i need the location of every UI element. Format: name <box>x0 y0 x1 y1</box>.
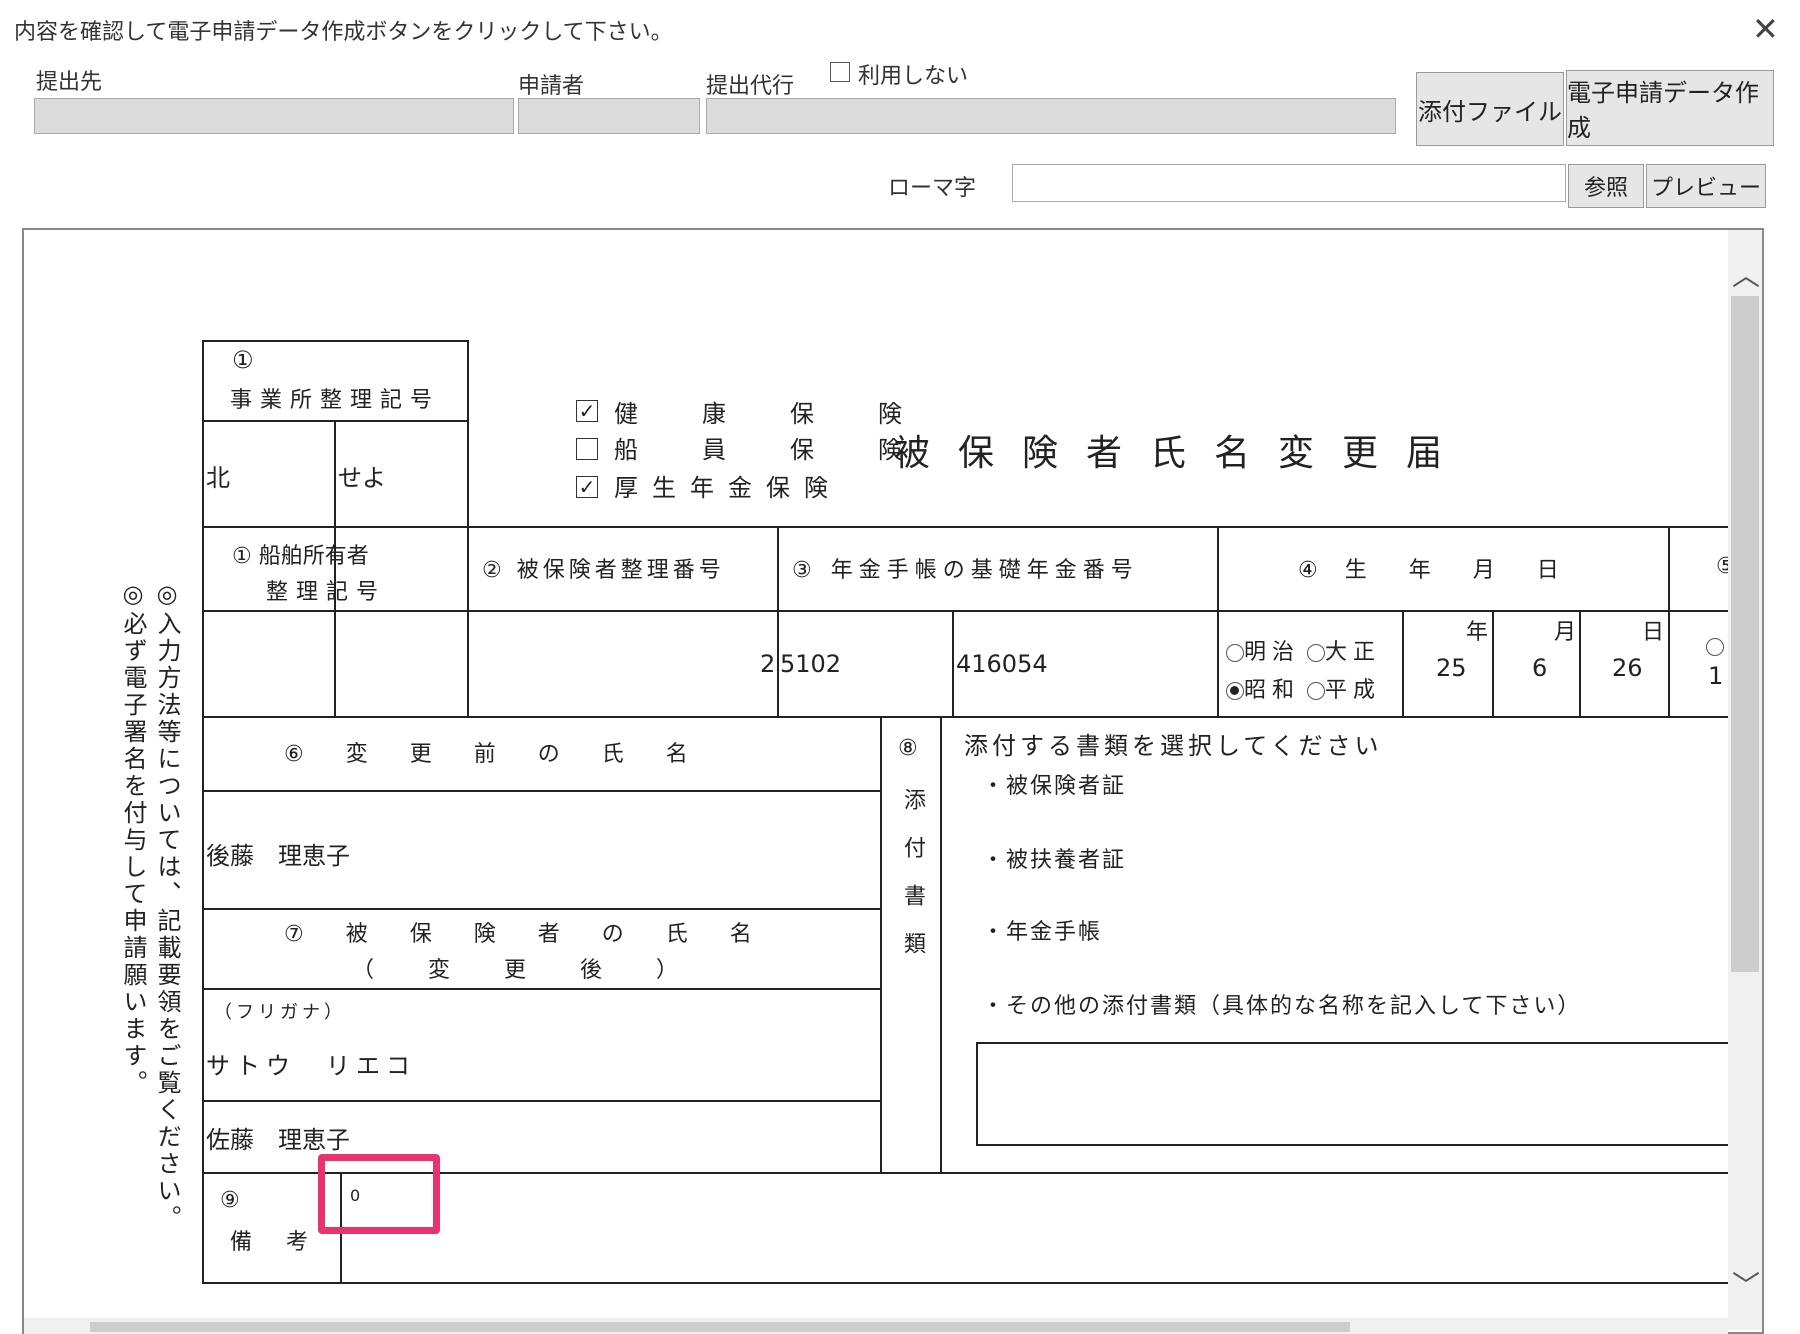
dialog-window: 内容を確認して電子申請データ作成ボタンをクリックして下さい。 ✕ 提出先 申請者… <box>0 0 1800 1334</box>
side-note-1: ◎入力方法等については、記載要領をご覧ください。 <box>153 580 181 1232</box>
ship-owner-header-1: ① 船舶所有者 <box>232 544 369 569</box>
attach-item-1[interactable]: ・被保険者証 <box>982 768 1126 800</box>
document-title: 被保険者氏名変更届 <box>894 433 1471 474</box>
romaji-label: ローマ字 <box>888 176 977 201</box>
browse-button[interactable]: 参照 <box>1568 164 1644 208</box>
pension-no-part-3: 416054 <box>956 650 1048 678</box>
side-note-2: ◎必ず電子署名を付与して申請願います。 <box>119 580 147 1097</box>
attach-num: ⑧ <box>898 736 918 761</box>
ins-pension-label: 厚生年金保険 <box>614 474 842 502</box>
check-health-insurance[interactable]: ✓ <box>576 400 598 422</box>
era-row-1: 明治 大正 <box>1226 634 1381 666</box>
day-value: 26 <box>1612 654 1643 682</box>
window-title: 内容を確認して電子申請データ作成ボタンをクリックして下さい。 <box>14 20 673 45</box>
radio-col5[interactable] <box>1706 637 1724 656</box>
scroll-up-icon[interactable]: ︿ <box>1732 254 1760 294</box>
furigana-label: （フリガナ） <box>214 1002 346 1023</box>
attach-prompt: 添付する書類を選択してください <box>964 732 1383 760</box>
agent-field <box>706 98 1396 134</box>
remarks-label: 備 考 <box>230 1230 315 1255</box>
ship-owner-header-2: 整理記号 <box>266 580 387 605</box>
scroll-down-icon[interactable]: ﹀ <box>1732 1264 1760 1304</box>
ins-seaman-label: 船 員 保 険 <box>614 436 922 464</box>
remarks-highlight-box <box>318 1154 440 1234</box>
furigana-value: サトウ リエコ <box>206 1052 416 1080</box>
radio-showa[interactable] <box>1226 682 1244 700</box>
agent-label: 提出代行 <box>706 74 795 99</box>
pension-no-header: ③ 年金手帳の基礎年金番号 <box>792 558 1139 583</box>
remarks-num: ⑨ <box>220 1188 240 1213</box>
day-label: 日 <box>1642 620 1665 645</box>
year-label: 年 <box>1466 620 1489 645</box>
form-preview-area: ◎入力方法等については、記載要領をご覧ください。 ◎必ず電子署名を付与して申請願… <box>22 228 1764 1334</box>
birth-header: ④ 生 年 月 日 <box>1298 558 1569 583</box>
after-name-header-2: （ 変 更 後 ） <box>352 958 695 983</box>
close-icon[interactable]: ✕ <box>1752 10 1779 48</box>
pension-no-part-2: 5102 <box>780 650 842 678</box>
before-name-value: 後藤 理恵子 <box>206 842 350 870</box>
insured-no-header: ② 被保険者整理番号 <box>482 558 725 583</box>
month-value: 6 <box>1532 654 1548 682</box>
attach-item-2[interactable]: ・被扶養者証 <box>982 842 1126 874</box>
attach-file-button[interactable]: 添付ファイル <box>1416 72 1564 146</box>
preview-button[interactable]: プレビュー <box>1646 164 1766 208</box>
submit-to-field <box>34 98 514 134</box>
ins-health-label: 健 康 保 険 <box>614 400 922 428</box>
create-data-button[interactable]: 電子申請データ作成 <box>1566 70 1774 146</box>
year-value: 25 <box>1436 654 1467 682</box>
not-use-label: 利用しない <box>858 64 969 89</box>
era-heisei-label: 平成 <box>1325 678 1382 703</box>
before-name-header: ⑥ 変 更 前 の 氏 名 <box>284 742 698 767</box>
office-no-num: ① <box>232 346 254 374</box>
col5-value: 1 <box>1708 662 1724 690</box>
pension-no-part-1: 2 <box>760 650 776 678</box>
era-taisho-label: 大正 <box>1325 640 1382 665</box>
after-name-header-1: ⑦ 被 保 険 者 の 氏 名 <box>284 922 762 947</box>
attach-item-4[interactable]: ・その他の添付書類（具体的な名称を記入して下さい） <box>982 988 1581 1020</box>
office-cell-1: 北 <box>206 464 230 492</box>
attach-vertical-label: 添付書類 <box>900 788 925 980</box>
not-use-checkbox[interactable] <box>830 62 850 82</box>
radio-taisho[interactable] <box>1307 644 1326 662</box>
check-seaman-insurance[interactable] <box>576 438 598 460</box>
after-name-value: 佐藤 理恵子 <box>206 1126 350 1154</box>
horizontal-scroll-thumb[interactable] <box>90 1322 1350 1332</box>
month-label: 月 <box>1554 620 1577 645</box>
era-showa-label: 昭和 <box>1244 678 1301 703</box>
radio-meiji[interactable] <box>1226 644 1244 662</box>
romaji-input[interactable] <box>1012 164 1566 202</box>
office-cell-2: せよ <box>338 464 386 492</box>
radio-heisei[interactable] <box>1307 682 1326 700</box>
vertical-scroll-thumb[interactable] <box>1731 296 1759 972</box>
applicant-label: 申請者 <box>518 74 585 99</box>
submit-to-label: 提出先 <box>36 70 103 95</box>
era-meiji-label: 明治 <box>1244 640 1301 665</box>
other-attachments-input[interactable] <box>976 1042 1732 1146</box>
office-no-header: 事業所整理記号 <box>230 388 441 413</box>
era-row-2: 昭和 平成 <box>1226 672 1381 704</box>
attach-item-3[interactable]: ・年金手帳 <box>982 914 1102 946</box>
applicant-field <box>518 98 700 134</box>
check-pension-insurance[interactable]: ✓ <box>576 476 598 498</box>
